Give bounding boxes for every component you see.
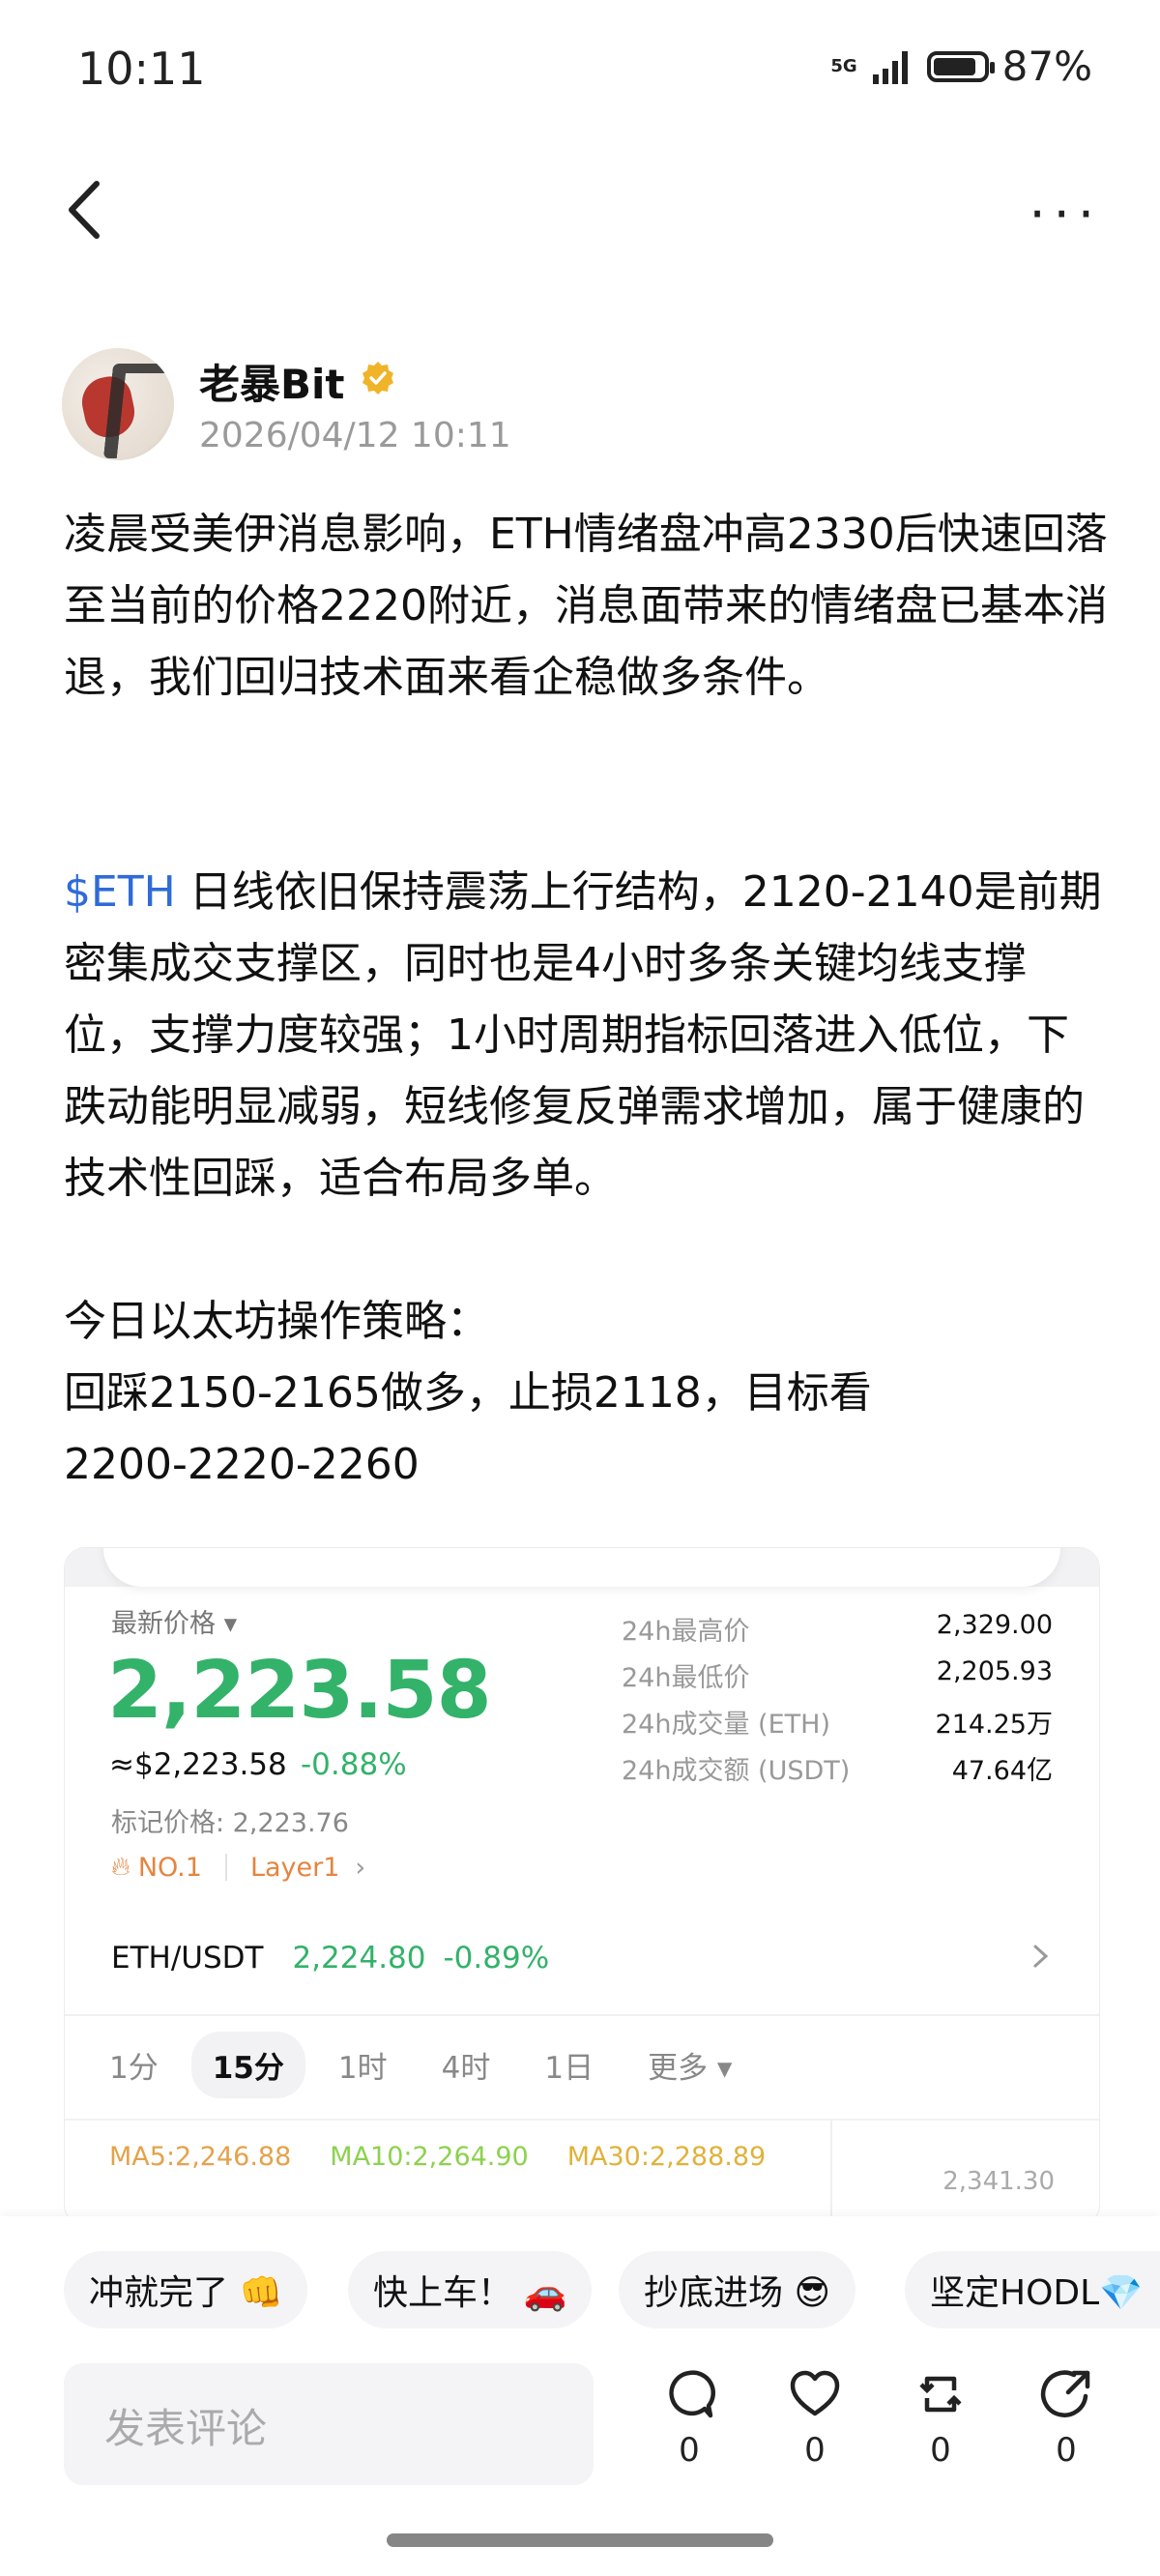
quick-reply-3[interactable]: 抄底进场 😎 (619, 2251, 856, 2328)
comment-icon (669, 2370, 716, 2418)
comment-placeholder: 发表评论 (104, 2405, 268, 2452)
repost-count: 0 (930, 2431, 951, 2470)
share-action[interactable]: 0 (1032, 2367, 1100, 2470)
pair-row: ETH/USDT 2,224.80 -0.89% (111, 1941, 549, 1976)
comment-count: 0 (679, 2431, 700, 2470)
back-icon[interactable] (58, 176, 116, 244)
eth-tag-link[interactable]: $ETH (64, 867, 176, 917)
stat-value-low: 2,205.93 (936, 1656, 1053, 1686)
home-indicator[interactable] (387, 2533, 773, 2547)
price-change: -0.88% (301, 1747, 407, 1782)
avatar[interactable] (62, 348, 174, 460)
pair-name: ETH/USDT (111, 1941, 264, 1976)
post-paragraph-3: 今日以太坊操作策略： 回踩2150-2165做多，止损2118，目标看 2200… (64, 1297, 872, 1489)
signal-icon (872, 50, 908, 84)
price-axis-top: 2,341.30 (942, 2167, 1055, 2196)
like-count: 0 (804, 2431, 826, 2470)
mark-price: 标记价格: 2,223.76 (111, 1808, 349, 1838)
tab-1m[interactable]: 1分 (88, 2032, 180, 2098)
battery-icon (926, 50, 995, 82)
ma30-value: MA30:2,288.89 (566, 2142, 767, 2172)
more-options-icon[interactable]: ··· (1030, 184, 1103, 245)
like-action[interactable]: 0 (781, 2367, 849, 2470)
tab-4h[interactable]: 4时 (420, 2032, 512, 2098)
network-type: 5G (830, 55, 857, 76)
share-count: 0 (1056, 2431, 1077, 2470)
status-time: 10:11 (77, 43, 206, 95)
verified-badge-icon (362, 362, 393, 395)
tab-1d[interactable]: 1日 (523, 2032, 615, 2098)
battery-percent: 87% (1001, 43, 1092, 90)
stat-value-turnover: 47.64亿 (951, 1756, 1053, 1786)
latest-price: 2,223.58 (107, 1645, 492, 1737)
latest-price-label: 最新价格 ▾ (111, 1609, 238, 1639)
repost-action[interactable]: 0 (907, 2367, 974, 2470)
pair-change: -0.89% (443, 1941, 550, 1976)
tab-more[interactable]: 更多 ▾ (626, 2032, 753, 2098)
share-icon (1040, 2370, 1090, 2417)
category-tag: Layer1 (249, 1852, 340, 1883)
quick-reply-1[interactable]: 冲就完了 👊 (64, 2251, 308, 2328)
quick-reply-2[interactable]: 快上车！ 🚗 (348, 2251, 593, 2328)
pair-price: 2,224.80 (292, 1941, 426, 1976)
chevron-right-icon (1033, 1945, 1049, 1968)
usd-price: ≈$2,223.58 (109, 1747, 287, 1782)
fire-icon: 🔥︎ (111, 1852, 130, 1882)
stat-label-high: 24h最高价 (622, 1617, 750, 1647)
post-paragraph-1: 凌晨受美伊消息影响，ETH情绪盘冲高2330后快速回落至当前的价格2220附近，… (64, 510, 1108, 702)
timeframe-tabs: 1分 15分 1时 4时 1日 更多 ▾ (88, 2032, 754, 2098)
stat-label-volume: 24h成交量 (ETH) (622, 1710, 830, 1740)
heart-icon (790, 2370, 840, 2416)
stat-label-low: 24h最低价 (622, 1663, 750, 1693)
repost-icon (919, 2376, 962, 2413)
stat-value-high: 2,329.00 (936, 1610, 1053, 1640)
moving-average-row: MA5:2,246.88 MA10:2,264.90 MA30:2,288.89 (109, 2142, 766, 2172)
stat-label-turnover: 24h成交额 (USDT) (622, 1756, 851, 1786)
stat-value-volume: 214.25万 (935, 1710, 1053, 1740)
ma10-value: MA10:2,264.90 (330, 2142, 529, 2172)
ma5-value: MA5:2,246.88 (109, 2142, 292, 2172)
rank-badge: NO.1 (137, 1852, 202, 1883)
post-paragraph-2-text: 日线依旧保持震荡上行结构，2120-2140是前期密集成交支撑区，同时也是4小时… (64, 867, 1102, 1203)
tab-15m[interactable]: 15分 (190, 2032, 305, 2098)
quick-reply-4[interactable]: 坚定HODL💎 (905, 2251, 1160, 2328)
post-paragraph-2: $ETH 日线依旧保持震荡上行结构，2120-2140是前期密集成交支撑区，同时… (64, 857, 1108, 1215)
post-timestamp: 2026/04/12 10:11 (199, 416, 511, 455)
tab-1h[interactable]: 1时 (317, 2032, 409, 2098)
author-name[interactable]: 老暴Bit (199, 352, 345, 411)
market-screenshot-card[interactable]: 最新价格 ▾ 2,223.58 ≈$2,223.58 -0.88% 标记价格: … (64, 1547, 1100, 2226)
rank-row: 🔥︎ NO.1 Layer1 › (111, 1852, 365, 1883)
status-indicators: 5G 87% (830, 43, 1092, 90)
comment-action[interactable]: 0 (655, 2367, 723, 2470)
chevron-right-icon: › (355, 1852, 366, 1883)
